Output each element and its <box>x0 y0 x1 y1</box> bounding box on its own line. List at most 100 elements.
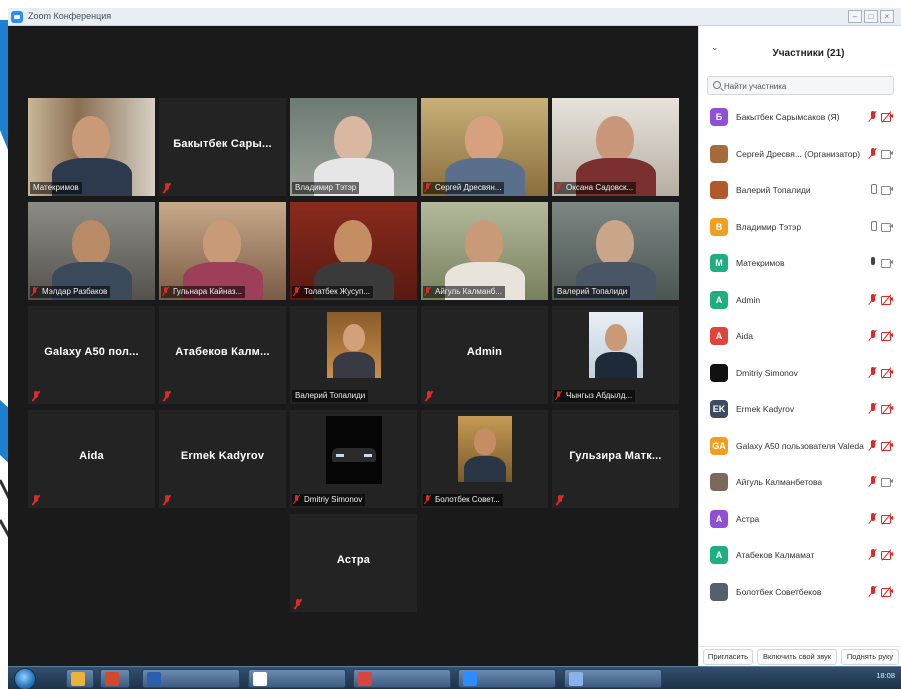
video-tile[interactable]: Айгуль Калманб... <box>421 202 548 300</box>
participant-row[interactable]: В Владимир Тэтэр <box>699 210 901 246</box>
taskbar-app-button[interactable] <box>66 669 94 688</box>
avatar: A <box>710 327 728 345</box>
avatar <box>710 144 728 163</box>
search-input[interactable] <box>724 79 889 93</box>
participant-name-text: Валерий Топалиди <box>557 287 628 296</box>
camera-off-icon <box>881 512 893 525</box>
mic-muted-icon <box>294 599 302 609</box>
taskbar-app-button[interactable] <box>564 669 662 688</box>
participant-row[interactable]: M Матекримов <box>699 246 901 282</box>
zoom-window: Zoom Конференция – □ × Матекримов Бакытбе… <box>8 8 901 666</box>
taskbar-app-button[interactable] <box>100 669 130 688</box>
participant-row[interactable]: EK Ermek Kadyrov <box>699 392 901 428</box>
video-tile[interactable]: Валерий Топалиди <box>290 306 417 404</box>
participant-row[interactable]: A Атабеков Калмамат <box>699 538 901 574</box>
video-tile[interactable]: Aida <box>28 410 155 508</box>
participant-name-text: Сергей Дресвян... <box>435 183 502 192</box>
participant-row[interactable]: Б Бакытбек Сарымсаков (Я) <box>699 100 901 136</box>
microphone-icon <box>869 257 877 269</box>
video-tile[interactable]: Валерий Топалиди <box>552 202 679 300</box>
taskbar-app-button[interactable] <box>458 669 556 688</box>
video-tile[interactable]: Матекримов <box>28 98 155 196</box>
unmute-button[interactable]: Включить свой звук <box>757 649 837 665</box>
mic-muted-icon <box>869 366 877 379</box>
taskbar-app-button[interactable] <box>248 669 346 688</box>
video-tile[interactable]: Мэлдар Разбаков <box>28 202 155 300</box>
video-tile[interactable]: Гульнара Кайназ... <box>159 202 286 300</box>
video-tile[interactable]: Толатбек Жусуп... <box>290 202 417 300</box>
participant-row[interactable]: A Астра <box>699 502 901 538</box>
participant-row[interactable]: Сергей Дресвя... (Организатор) <box>699 137 901 173</box>
mic-muted-icon <box>294 287 300 297</box>
maximize-button[interactable]: □ <box>864 10 878 23</box>
video-tile[interactable]: Бакытбек Сары... <box>159 98 286 196</box>
avatar: A <box>710 509 728 528</box>
close-button[interactable]: × <box>880 10 894 23</box>
participant-row[interactable]: Dmitriy Simonov <box>699 356 901 392</box>
raise-hand-button[interactable]: Поднять руку <box>841 649 899 665</box>
video-tile[interactable]: Admin <box>421 306 548 404</box>
video-gallery: Матекримов Бакытбек Сары... Владимир Тэтэр… <box>8 26 696 666</box>
participant-row[interactable]: Валерий Топалиди <box>699 173 901 209</box>
participant-row[interactable]: Болотбек Советбеков <box>699 575 901 611</box>
video-tile[interactable]: Galaxy A50 пол... <box>28 306 155 404</box>
start-button[interactable] <box>14 668 36 689</box>
camera-icon <box>881 259 893 268</box>
app-icon <box>147 672 161 686</box>
participant-name: Атабеков Калм... <box>175 346 270 358</box>
participant-row[interactable]: Айгуль Калманбетова <box>699 465 901 501</box>
participant-name: Ermek Kadyrov <box>180 450 265 462</box>
participant-row[interactable]: A Aida <box>699 319 901 355</box>
app-icon <box>71 672 85 686</box>
participant-search[interactable] <box>707 76 894 95</box>
video-tile[interactable]: Атабеков Калм... <box>159 306 286 404</box>
camera-off-icon <box>881 403 893 415</box>
mic-muted-icon <box>294 495 300 505</box>
participant-row[interactable]: A Admin <box>699 283 901 319</box>
mic-muted-icon <box>32 495 40 505</box>
video-tile[interactable]: Оксана Садовск... <box>552 98 679 196</box>
video-tile[interactable]: Болотбек Совет... <box>421 410 548 508</box>
mic-muted-icon <box>32 391 40 401</box>
video-tile[interactable]: Ermek Kadyrov <box>159 410 286 508</box>
participant-name-label: Айгуль Калманб... <box>423 286 505 298</box>
avatar: Б <box>710 108 728 126</box>
participant-name: Астра <box>336 554 371 566</box>
participant-list-name: Galaxy A50 пользователя Valeda <box>736 440 864 451</box>
invite-button[interactable]: Пригласить <box>703 649 753 665</box>
participant-name-text: Матекримов <box>33 183 79 192</box>
mic-muted-icon <box>425 495 431 505</box>
minimize-button[interactable]: – <box>848 10 862 23</box>
zoom-logo-icon <box>11 11 23 23</box>
camera-off-icon <box>881 111 893 123</box>
participant-name-text: Чынгыз Абдылд... <box>566 391 633 400</box>
avatar: В <box>710 217 728 236</box>
taskbar-app-button[interactable] <box>142 669 240 688</box>
avatar <box>710 181 728 199</box>
mic-muted-icon <box>556 183 562 193</box>
video-tile[interactable]: Чынгыз Абдылд... <box>552 306 679 404</box>
camera-off-icon <box>881 585 893 598</box>
app-icon <box>105 672 119 686</box>
video-tile[interactable]: Dmitriy Simonov <box>290 410 417 508</box>
video-tile[interactable]: Астра <box>290 514 417 612</box>
participant-name-label: Оксана Садовск... <box>554 182 637 194</box>
app-icon <box>569 672 583 686</box>
microphone-icon <box>869 184 877 196</box>
video-tile[interactable]: Гульзира Матк... <box>552 410 679 508</box>
participant-name: Aida <box>79 450 104 462</box>
participant-list-name: Admin <box>736 294 761 305</box>
mic-muted-icon <box>869 293 877 306</box>
mic-muted-icon <box>869 111 877 123</box>
participant-row[interactable]: GA Galaxy A50 пользователя Valeda <box>699 429 901 465</box>
mic-muted-icon <box>163 391 171 401</box>
mic-muted-icon <box>32 287 38 297</box>
participant-name-label: Dmitriy Simonov <box>292 494 366 506</box>
participants-title: Участники (21) <box>772 48 845 59</box>
participant-list-name: Астра <box>736 513 760 524</box>
mic-muted-icon <box>163 287 169 297</box>
avatar <box>710 473 728 491</box>
video-tile[interactable]: Владимир Тэтэр <box>290 98 417 196</box>
taskbar-app-button[interactable] <box>353 669 451 688</box>
video-tile[interactable]: Сергей Дресвян... <box>421 98 548 196</box>
